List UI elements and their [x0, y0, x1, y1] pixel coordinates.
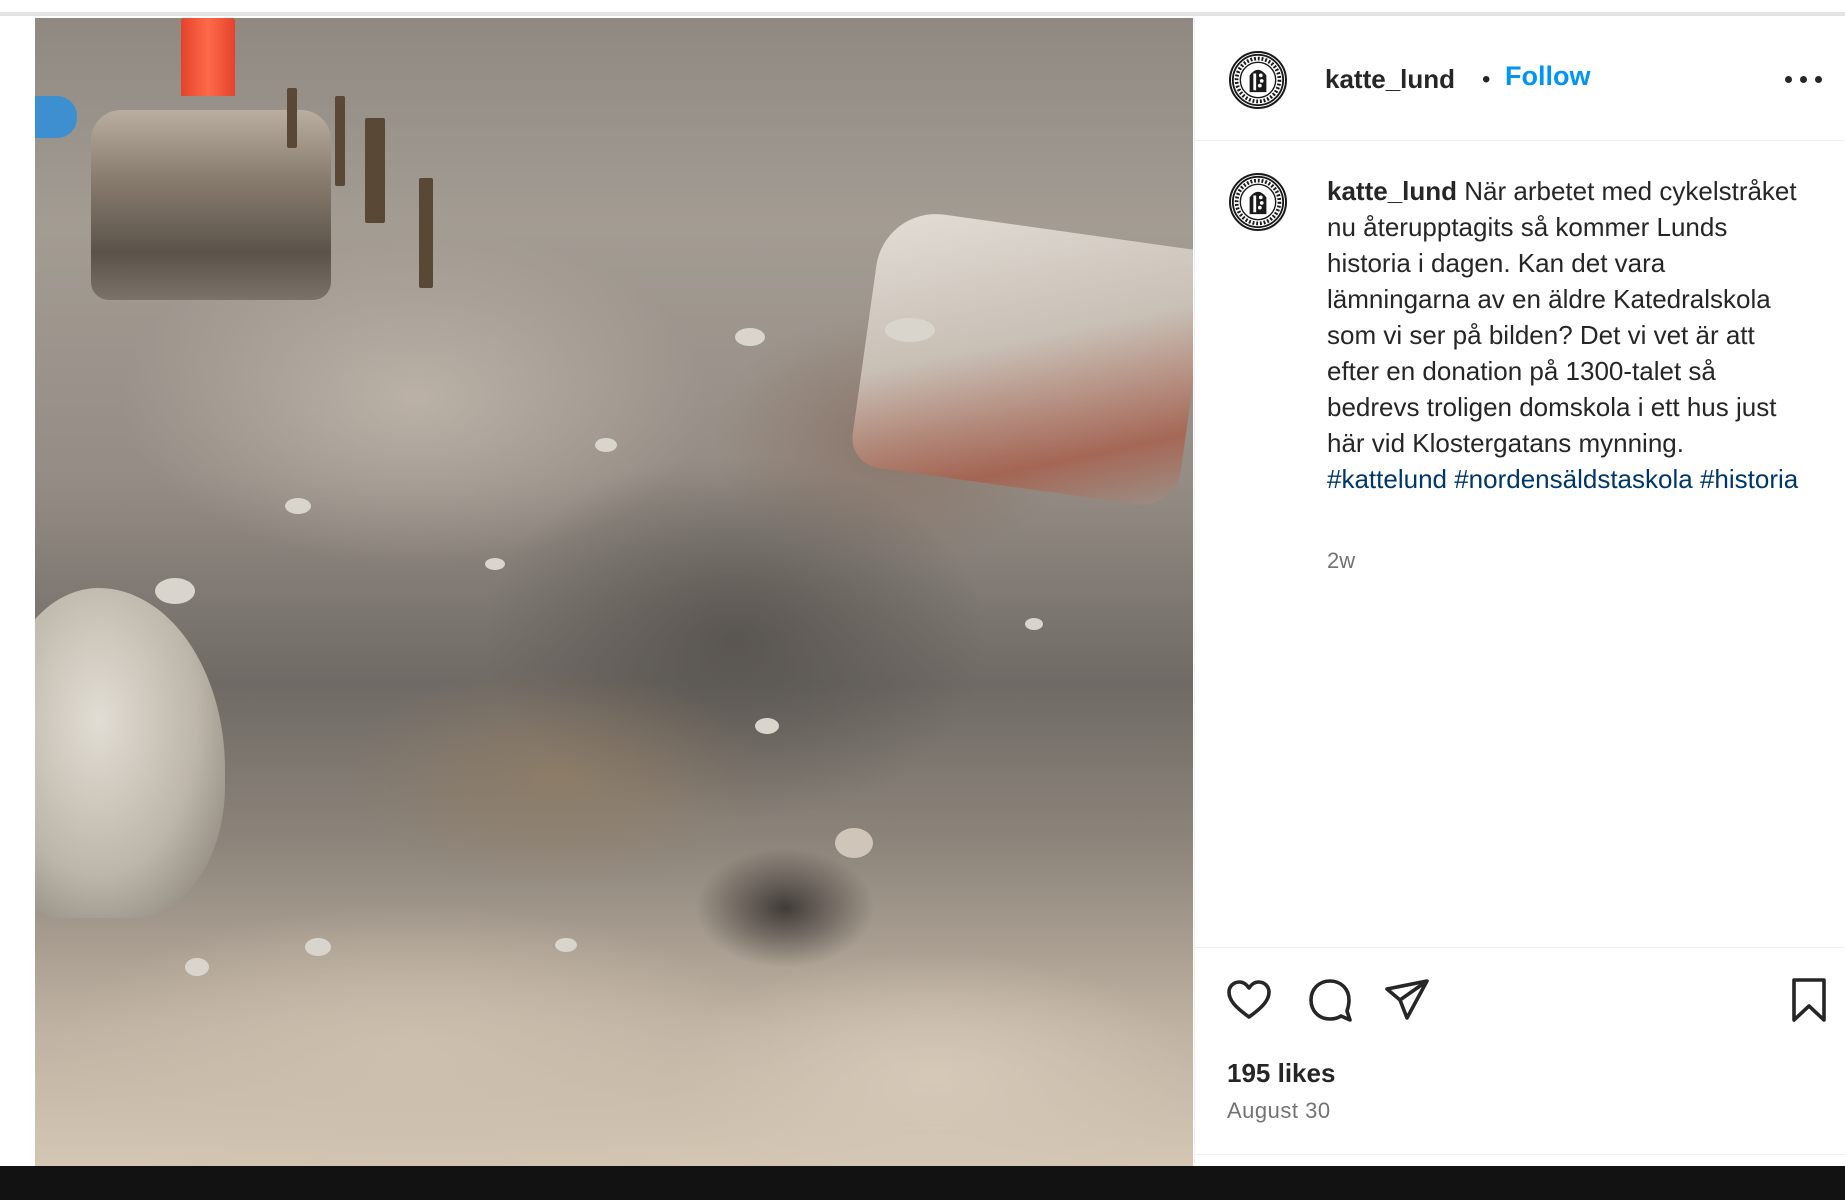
hashtag-link[interactable]: #historia: [1700, 464, 1798, 494]
taskbar: [0, 1166, 1845, 1200]
stake: [335, 96, 345, 186]
heart-icon[interactable]: [1225, 976, 1273, 1024]
avatar[interactable]: [1229, 51, 1287, 109]
caption-text: När arbetet med cykelstråket nu återuppt…: [1327, 176, 1797, 458]
hashtag-link[interactable]: #nordensäldstaskola: [1454, 464, 1693, 494]
caption-username[interactable]: katte_lund: [1327, 176, 1457, 206]
hashtag-link[interactable]: #kattelund: [1327, 464, 1447, 494]
traffic-cone: [181, 18, 235, 96]
blue-pipe: [35, 96, 77, 138]
stake: [365, 118, 385, 223]
pebble: [835, 828, 873, 858]
page-left-margin: [0, 16, 36, 1166]
comment-icon[interactable]: [1306, 976, 1354, 1024]
society-logo-icon: [1231, 175, 1285, 229]
pebble: [185, 958, 209, 976]
stone-wall-remains: [848, 206, 1193, 510]
pebble: [755, 718, 779, 734]
caption-avatar[interactable]: [1229, 173, 1287, 231]
dark-soil-patch: [695, 848, 875, 968]
post-photo[interactable]: [35, 18, 1193, 1166]
society-logo-icon: [1231, 53, 1285, 107]
post-date: August 30: [1227, 1098, 1331, 1123]
pebble: [155, 578, 195, 604]
post-caption: katte_lund När arbetet med cykelstråket …: [1327, 173, 1807, 497]
post-sidebar: katte_lund • Follow katte_lund När arbet…: [1194, 18, 1845, 1166]
share-icon[interactable]: [1383, 976, 1431, 1024]
post-header: katte_lund • Follow: [1195, 18, 1845, 141]
bottom-divider: [1195, 1154, 1845, 1155]
boulder: [35, 588, 225, 918]
pebble: [735, 328, 765, 346]
pebble: [485, 558, 505, 570]
pebble: [285, 498, 311, 514]
stake: [419, 178, 433, 288]
follow-button[interactable]: Follow: [1505, 61, 1590, 92]
pebble: [885, 318, 935, 342]
post-time-ago: 2w: [1327, 548, 1356, 573]
bookmark-icon[interactable]: [1785, 976, 1833, 1024]
pebble: [305, 938, 331, 956]
pebble: [555, 938, 577, 952]
actions-divider: [1195, 947, 1845, 948]
likes-count[interactable]: 195 likes: [1227, 1058, 1335, 1089]
header-separator: •: [1482, 66, 1491, 93]
more-options-icon[interactable]: [1785, 76, 1825, 88]
header-username[interactable]: katte_lund: [1325, 64, 1455, 95]
pebble: [1025, 618, 1043, 630]
pebble: [595, 438, 617, 452]
browser-top-rule: [0, 12, 1845, 16]
stake: [287, 88, 297, 148]
